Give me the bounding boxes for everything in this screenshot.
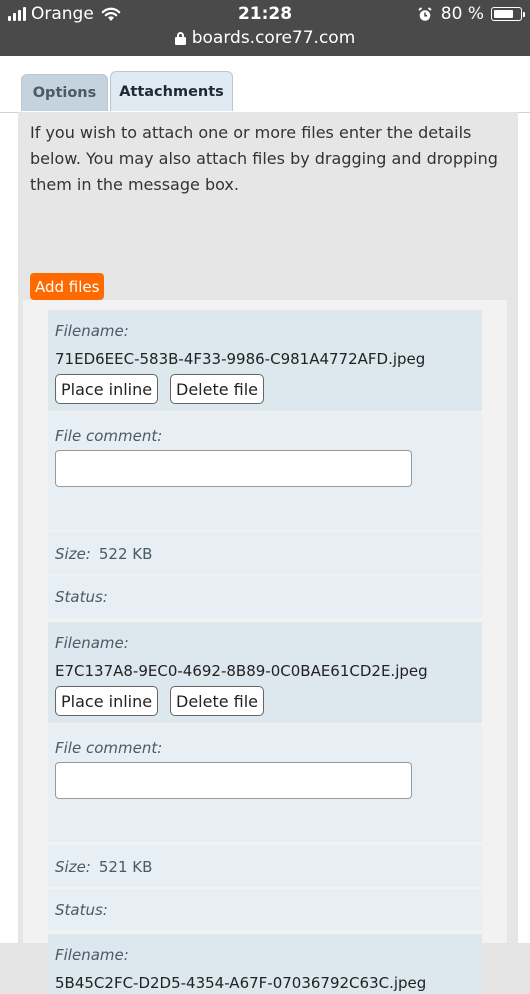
size-label: Size: <box>55 858 91 876</box>
file-list: Filename: 71ED6EEC-583B-4F33-9986-C981A4… <box>23 300 507 994</box>
attachments-panel: If you wish to attach one or more files … <box>18 112 518 994</box>
status-bar: Orange 21:28 80 % boards.core77.com <box>0 0 530 56</box>
intro-text: If you wish to attach one or more files … <box>30 123 498 194</box>
filename-label: Filename: <box>55 946 129 964</box>
filename-value: 71ED6EEC-583B-4F33-9986-C981A4772AFD.jpe… <box>55 350 426 368</box>
file-comment-label: File comment: <box>55 739 163 757</box>
add-files-button[interactable]: Add files <box>30 273 105 300</box>
size-value: 521 KB <box>98 858 153 876</box>
filename-value: E7C137A8-9EC0-4692-8B89-0C0BAE61CD2E.jpe… <box>55 662 428 680</box>
place-inline-button[interactable]: Place inline <box>55 686 159 716</box>
status-row: Status: <box>48 576 482 618</box>
tab-bar: Options Attachments <box>0 56 530 113</box>
filename-row: Filename: E7C137A8-9EC0-4692-8B89-0C0BAE… <box>48 622 482 723</box>
alarm-icon <box>418 6 432 21</box>
url-text: boards.core77.com <box>191 28 356 48</box>
delete-file-button[interactable]: Delete file <box>170 686 265 716</box>
page: Options Attachments If you wish to attac… <box>0 56 530 994</box>
status-row: Status: <box>48 889 482 931</box>
battery-fill <box>494 10 513 18</box>
battery-percent: 80 % <box>440 4 484 24</box>
battery-icon <box>491 7 525 21</box>
size-label: Size: <box>55 545 91 563</box>
place-inline-button[interactable]: Place inline <box>55 374 159 404</box>
size-line: Size: 522 KB <box>55 544 152 563</box>
battery-group: 80 % <box>418 4 525 24</box>
file-comment-row: File comment: <box>48 413 482 530</box>
size-row: Size: 521 KB <box>48 845 482 887</box>
filename-label: Filename: <box>55 634 129 652</box>
filename-row: Filename: 71ED6EEC-583B-4F33-9986-C981A4… <box>48 310 482 411</box>
size-value: 522 KB <box>98 545 153 563</box>
file-comment-input[interactable] <box>55 450 412 487</box>
status-label: Status: <box>55 588 108 606</box>
file-comment-label: File comment: <box>55 427 163 445</box>
delete-file-button[interactable]: Delete file <box>170 374 265 404</box>
lock-icon <box>174 31 186 45</box>
file-comment-row: File comment: <box>48 725 482 842</box>
file-comment-input[interactable] <box>55 762 412 799</box>
tab-options[interactable]: Options <box>21 74 108 111</box>
status-label: Status: <box>55 901 108 919</box>
filename-value: 5B45C2FC-D2D5-4354-A67F-07036792C63C.jpe… <box>55 974 427 992</box>
filename-label: Filename: <box>55 322 129 340</box>
size-row: Size: 522 KB <box>48 532 482 574</box>
address-bar[interactable]: boards.core77.com <box>0 28 530 48</box>
tab-attachments[interactable]: Attachments <box>110 71 233 111</box>
size-line: Size: 521 KB <box>55 857 152 876</box>
filename-row: Filename: 5B45C2FC-D2D5-4354-A67F-070367… <box>48 934 482 994</box>
